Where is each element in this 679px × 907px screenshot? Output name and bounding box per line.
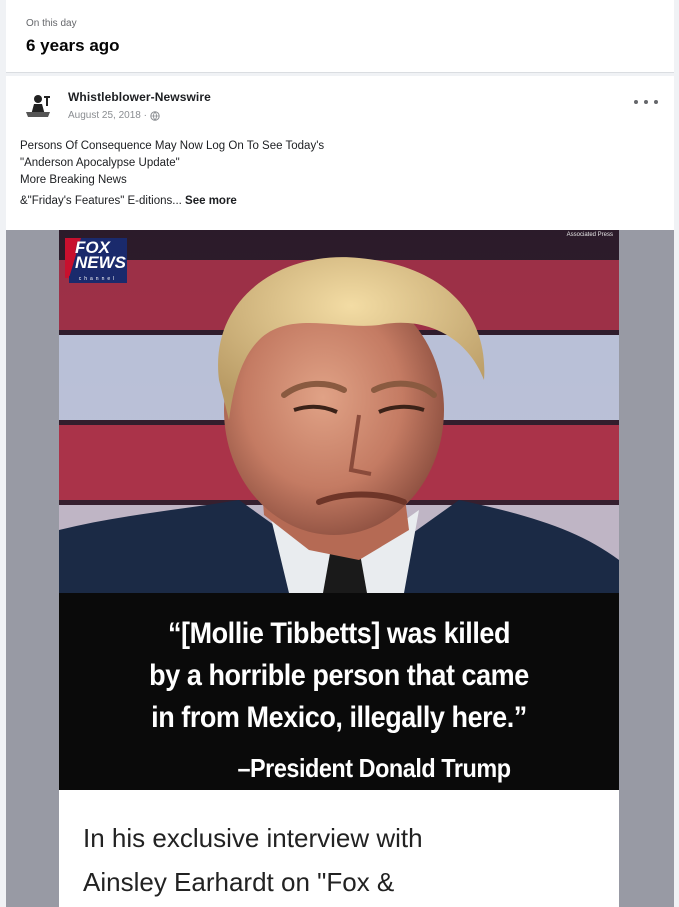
portrait-image [59, 230, 619, 593]
caption-line: In his exclusive interview with [83, 823, 423, 853]
logo-channel: channel [69, 276, 127, 283]
post-text-line: More Breaking News [20, 174, 127, 186]
see-more-link[interactable]: See more [185, 195, 237, 207]
fox-news-logo-text: FOX NEWS [75, 239, 126, 272]
post-card: Whistleblower-Newswire August 25, 2018 ·… [6, 76, 674, 907]
memory-kicker: On this day [26, 18, 77, 29]
memory-title: 6 years ago [26, 36, 120, 55]
globe-icon [150, 110, 160, 121]
quote-text: “[Mollie Tibbetts] was killed by a horri… [87, 613, 591, 739]
post-text-line: &"Friday's Features" E-ditions... [20, 195, 182, 207]
post-date[interactable]: August 25, 2018 · [68, 110, 147, 121]
post-meta: August 25, 2018 · [68, 110, 160, 121]
photo-credit: Associated Press [566, 232, 613, 238]
page-avatar[interactable] [20, 88, 56, 124]
post-text: Persons Of Consequence May Now Log On To… [20, 138, 660, 210]
image-caption: In his exclusive interview with Ainsley … [59, 790, 619, 907]
post-text-line: "Anderson Apocalypse Update" [20, 157, 180, 169]
post-photo[interactable]: Associated Press FOX NEWS channel “[Moll… [59, 230, 619, 790]
caption-text: In his exclusive interview with Ainsley … [83, 816, 603, 904]
logo-news: NEWS [75, 253, 126, 272]
more-options-icon [654, 100, 658, 104]
post-text-line: Persons Of Consequence May Now Log On To… [20, 140, 325, 152]
avatar-logo-icon [20, 88, 56, 124]
caption-line: Ainsley Earhardt on "Fox & [83, 867, 395, 897]
fox-news-logo: FOX NEWS channel [63, 236, 129, 294]
quote-box: “[Mollie Tibbetts] was killed by a horri… [59, 593, 619, 790]
quote-line: in from Mexico, illegally here.” [151, 701, 527, 734]
more-options-icon [644, 100, 648, 104]
quote-line: by a horrible person that came [149, 659, 529, 692]
post-media[interactable]: Associated Press FOX NEWS channel “[Moll… [6, 230, 674, 907]
more-options-button[interactable] [634, 94, 658, 110]
page-name-link[interactable]: Whistleblower-Newswire [68, 90, 211, 104]
quote-attribution: –President Donald Trump [237, 753, 511, 783]
memory-header: On this day 6 years ago [6, 0, 674, 73]
post-text-line-last: &"Friday's Features" E-ditions... See mo… [20, 193, 660, 210]
more-options-icon [634, 100, 638, 104]
quote-line: “[Mollie Tibbetts] was killed [167, 617, 510, 650]
